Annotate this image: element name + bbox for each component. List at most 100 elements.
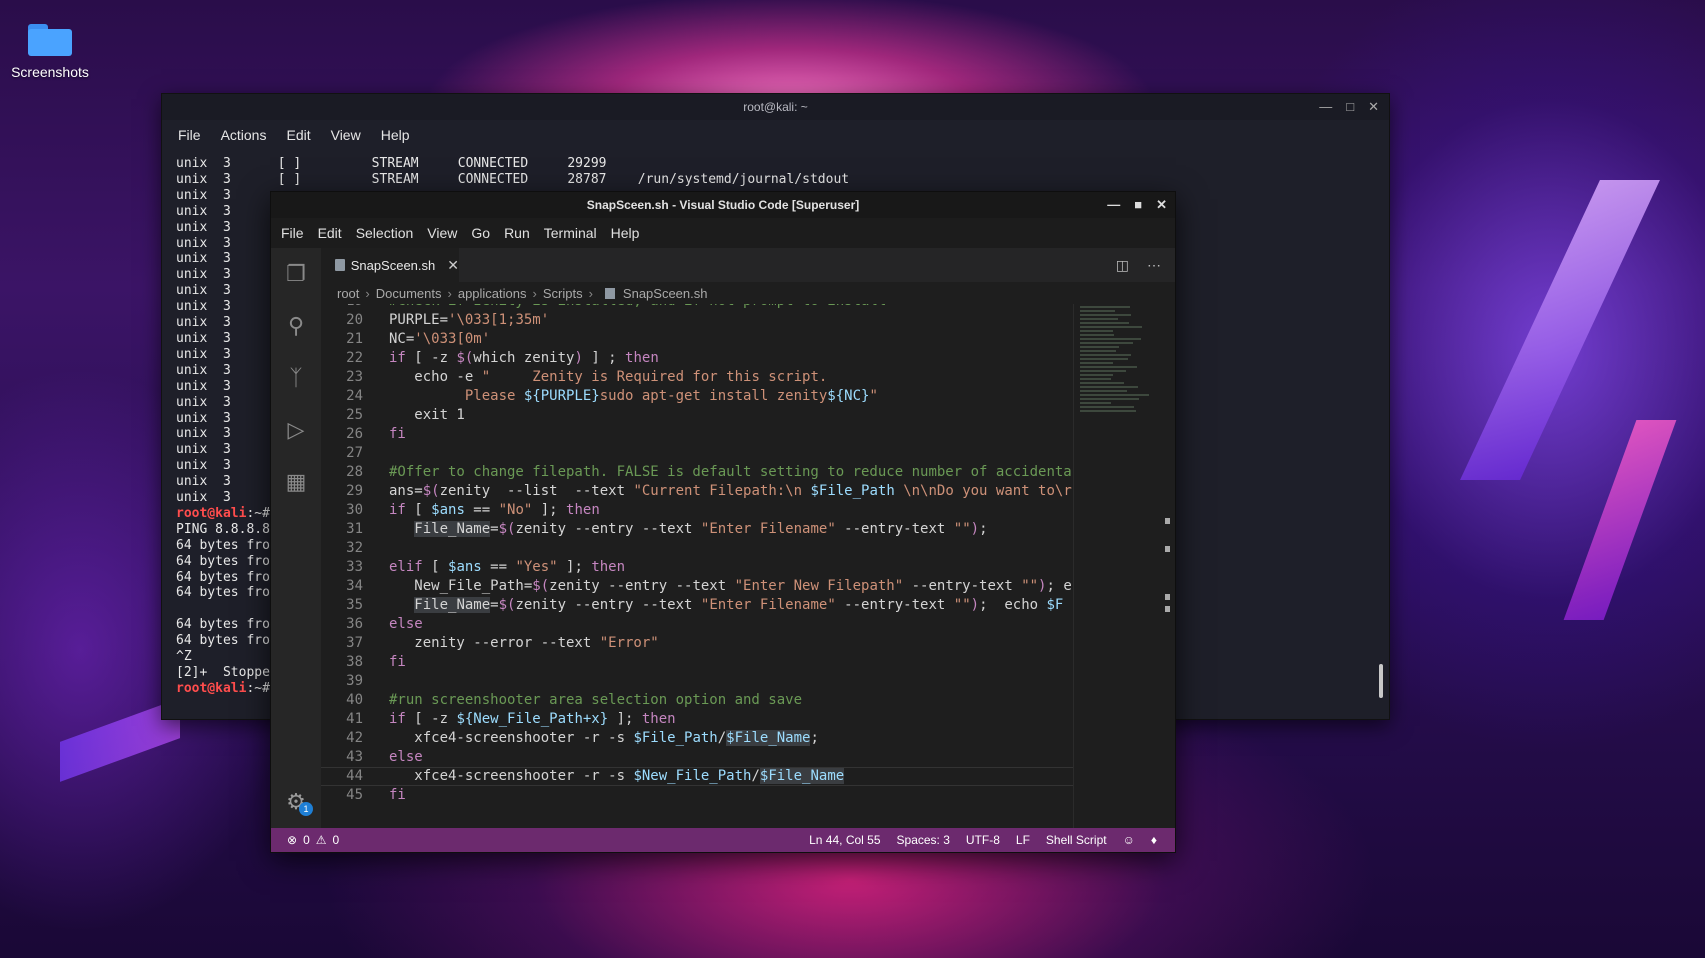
code-token: == (482, 559, 516, 575)
cursor-position[interactable]: Ln 44, Col 55 (809, 833, 880, 847)
code-line[interactable]: 27 (321, 444, 1073, 463)
menu-run[interactable]: Run (504, 225, 530, 241)
breadcrumb-item[interactable]: Scripts (543, 286, 583, 301)
terminal-menu-view[interactable]: View (331, 127, 361, 143)
code-token: ${PURPLE} (524, 388, 600, 404)
menu-terminal[interactable]: Terminal (544, 225, 597, 241)
code-editor[interactable]: 19#Check if zenity is installed, and if … (321, 304, 1073, 828)
menu-file[interactable]: File (281, 225, 304, 241)
menu-selection[interactable]: Selection (356, 225, 414, 241)
code-token: \n\nDo you want to\r (895, 483, 1072, 499)
code-line[interactable]: 28 #Offer to change filepath. FALSE is de… (321, 463, 1073, 482)
code-token: ${NC} (827, 388, 869, 404)
terminal-titlebar[interactable]: root@kali: ~ — □ ✕ (162, 94, 1389, 120)
maximize-icon[interactable]: ■ (1134, 192, 1142, 218)
maximize-icon[interactable]: □ (1346, 94, 1354, 120)
feedback-icon[interactable]: ☺ (1123, 833, 1135, 847)
tab-close-icon[interactable]: ✕ (447, 257, 459, 274)
code-token: zenity --list --text (440, 483, 634, 499)
code-line[interactable]: 23 echo -e " Zenity is Required for this… (321, 368, 1073, 387)
code-line[interactable]: 34 New_File_Path=$(zenity --entry --text… (321, 577, 1073, 596)
code-token: ; echo (979, 597, 1046, 613)
vscode-window[interactable]: SnapSceen.sh - Visual Studio Code [Super… (270, 191, 1176, 853)
code-line[interactable]: 21 NC='\033[0m' (321, 330, 1073, 349)
terminal-menu-actions[interactable]: Actions (221, 127, 267, 143)
code-token: #Offer to change filepath. FALSE is defa… (389, 464, 1072, 480)
close-icon[interactable]: ✕ (1368, 94, 1379, 120)
minimize-icon[interactable]: — (1319, 94, 1332, 120)
explorer-icon[interactable]: ❐ (271, 248, 321, 300)
code-line[interactable]: 38 fi (321, 653, 1073, 672)
close-icon[interactable]: ✕ (1156, 192, 1167, 218)
menu-help[interactable]: Help (611, 225, 640, 241)
menu-go[interactable]: Go (471, 225, 490, 241)
terminal-menu-help[interactable]: Help (381, 127, 410, 143)
code-line[interactable]: 40 #run screenshooter area selection opti… (321, 691, 1073, 710)
code-line[interactable]: 37 zenity --error --text "Error" (321, 634, 1073, 653)
code-line[interactable]: 25 exit 1 (321, 406, 1073, 425)
vscode-titlebar[interactable]: SnapSceen.sh - Visual Studio Code [Super… (271, 192, 1175, 218)
desktop-icon-screenshots[interactable]: Screenshots (8, 18, 92, 80)
code-line[interactable]: 42 xfce4-screenshooter -r -s $File_Path/… (321, 729, 1073, 748)
chevron-right-icon: › (589, 286, 593, 301)
minimap[interactable] (1073, 304, 1164, 828)
breadcrumb-item[interactable]: Documents (376, 286, 442, 301)
terminal-menu-file[interactable]: File (178, 127, 201, 143)
code-line[interactable]: 41 if [ -z ${New_File_Path+x} ]; then (321, 710, 1073, 729)
search-icon[interactable]: ⚲ (271, 300, 321, 352)
code-line[interactable]: 29 ans=$(zenity --list --text "Current Fi… (321, 482, 1073, 501)
status-bar: ⊗ 0 ⚠ 0 Ln 44, Col 55 Spaces: 3 UTF-8 LF… (271, 828, 1175, 852)
code-token: elif (389, 559, 423, 575)
more-actions-icon[interactable]: ⋯ (1147, 257, 1161, 274)
run-debug-icon[interactable]: ▷ (271, 404, 321, 456)
code-line[interactable]: 36 else (321, 615, 1073, 634)
problems-indicator[interactable]: ⊗ 0 ⚠ 0 (271, 833, 339, 847)
code-line[interactable]: 19#Check if zenity is installed, and if … (321, 304, 1073, 311)
encoding[interactable]: UTF-8 (966, 833, 1000, 847)
editor-scrollbar[interactable] (1163, 304, 1171, 828)
vscode-title: SnapSceen.sh - Visual Studio Code [Super… (587, 198, 860, 212)
minimap-line (1080, 370, 1126, 372)
tab-snapsceen[interactable]: SnapSceen.sh ✕ (321, 248, 459, 282)
code-line[interactable]: 44 xfce4-screenshooter -r -s $New_File_P… (321, 767, 1073, 786)
code-line[interactable]: 43 else (321, 748, 1073, 767)
code-token: then (642, 711, 676, 727)
scroll-marker (1165, 594, 1170, 600)
source-control-icon[interactable]: ᛉ (271, 352, 321, 404)
code-token: $File_Name (760, 768, 844, 784)
indentation[interactable]: Spaces: 3 (897, 833, 950, 847)
code-token: if (389, 502, 406, 518)
code-line[interactable]: 24 Please ${PURPLE}sudo apt-get install … (321, 387, 1073, 406)
breadcrumb-item[interactable]: root (337, 286, 359, 301)
minimap-line (1080, 334, 1114, 336)
bell-icon[interactable]: ♦ (1151, 833, 1157, 847)
code-line[interactable]: 32 (321, 539, 1073, 558)
breadcrumb-item[interactable]: SnapSceen.sh (623, 286, 708, 301)
terminal-scrollbar[interactable] (1379, 664, 1383, 698)
extensions-icon[interactable]: ▦ (271, 456, 321, 508)
settings-gear-icon[interactable]: ⚙ 1 (271, 782, 321, 822)
menu-edit[interactable]: Edit (318, 225, 342, 241)
file-icon (335, 259, 345, 271)
code-token: ) (971, 521, 979, 537)
minimize-icon[interactable]: — (1107, 192, 1120, 218)
code-token: New_File_Path= (389, 578, 532, 594)
language-mode[interactable]: Shell Script (1046, 833, 1107, 847)
code-line[interactable]: 30 if [ $ans == "No" ]; then (321, 501, 1073, 520)
breadcrumb-item[interactable]: applications (458, 286, 527, 301)
code-line[interactable]: 45 fi (321, 786, 1073, 805)
code-token: if (389, 711, 406, 727)
editor-tabs: SnapSceen.sh ✕ ◫ ⋯ (321, 248, 1175, 282)
code-line[interactable]: 22 if [ -z $(which zenity) ] ; then (321, 349, 1073, 368)
split-editor-icon[interactable]: ◫ (1116, 257, 1129, 274)
code-line[interactable]: 31 File_Name=$(zenity --entry --text "En… (321, 520, 1073, 539)
code-line[interactable]: 35 File_Name=$(zenity --entry --text "En… (321, 596, 1073, 615)
code-line[interactable]: 20 PURPLE='\033[1;35m' (321, 311, 1073, 330)
code-line[interactable]: 33 elif [ $ans == "Yes" ]; then (321, 558, 1073, 577)
menu-view[interactable]: View (427, 225, 457, 241)
end-of-line[interactable]: LF (1016, 833, 1030, 847)
breadcrumb: root › Documents › applications › Scripts › … (321, 282, 1175, 304)
code-line[interactable]: 39 (321, 672, 1073, 691)
code-line[interactable]: 26 fi (321, 425, 1073, 444)
terminal-menu-edit[interactable]: Edit (286, 127, 310, 143)
